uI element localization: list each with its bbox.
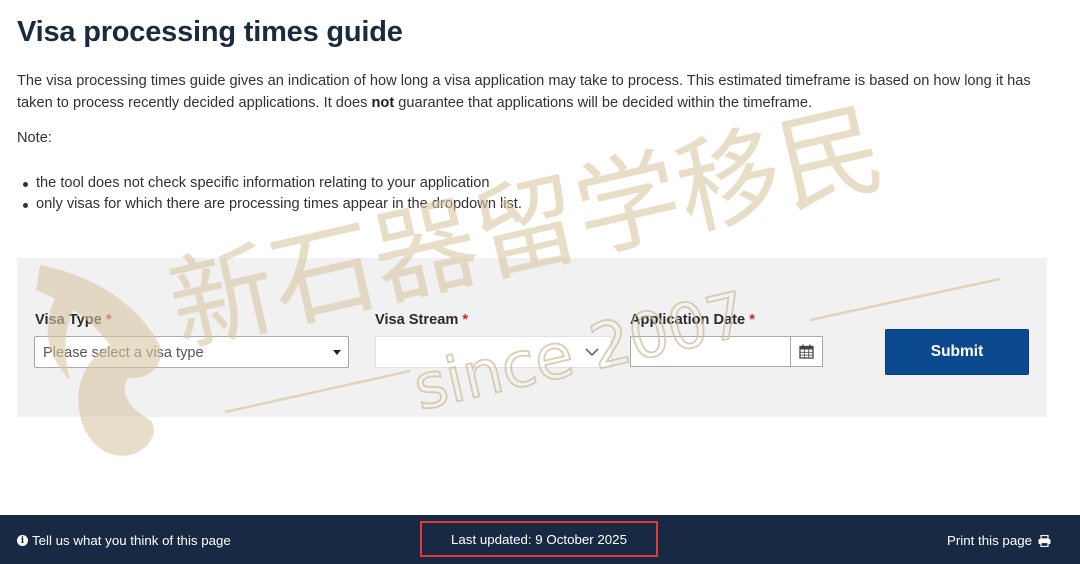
- date-picker-button[interactable]: [790, 336, 823, 367]
- required-marker: *: [749, 312, 755, 328]
- last-updated-highlight: Last updated: 9 October 2025: [420, 521, 658, 557]
- application-date-label-text: Application Date: [630, 312, 746, 328]
- note-label: Note:: [17, 130, 52, 146]
- intro-text-end: guarantee that applications will be deci…: [394, 95, 813, 111]
- notes-list: the tool does not check specific informa…: [23, 173, 522, 215]
- page-title: Visa processing times guide: [17, 16, 403, 48]
- last-updated-text: Last updated: 9 October 2025: [451, 531, 627, 547]
- required-marker: *: [105, 312, 112, 328]
- print-page-link[interactable]: Print this page: [947, 533, 1051, 548]
- visa-type-placeholder: Please select a visa type: [43, 345, 204, 361]
- feedback-link[interactable]: i Tell us what you think of this page: [17, 533, 231, 548]
- intro-text-bold: not: [371, 95, 395, 111]
- caret-down-icon: [333, 350, 341, 355]
- application-date-input[interactable]: [630, 336, 790, 367]
- calendar-icon: [799, 344, 814, 359]
- required-marker: *: [462, 312, 469, 328]
- note-item: the tool does not check specific informa…: [23, 173, 522, 194]
- info-icon: i: [17, 535, 28, 546]
- visa-type-label-text: Visa Type: [35, 312, 102, 328]
- visa-stream-label: Visa Stream *: [375, 312, 468, 328]
- printer-icon: [1038, 534, 1051, 547]
- visa-type-label: Visa Type *: [35, 312, 112, 328]
- visa-type-select[interactable]: Please select a visa type: [34, 336, 349, 368]
- chevron-down-icon: [585, 348, 599, 357]
- page-footer: i Tell us what you think of this page La…: [0, 515, 1080, 564]
- intro-paragraph: The visa processing times guide gives an…: [17, 70, 1057, 114]
- submit-button[interactable]: Submit: [885, 329, 1029, 375]
- note-item: only visas for which there are processin…: [23, 194, 522, 215]
- application-date-label: Application Date *: [630, 312, 755, 328]
- visa-stream-label-text: Visa Stream: [375, 312, 459, 328]
- visa-stream-select[interactable]: [375, 336, 612, 368]
- print-page-label: Print this page: [947, 533, 1033, 548]
- feedback-link-label: Tell us what you think of this page: [32, 533, 231, 548]
